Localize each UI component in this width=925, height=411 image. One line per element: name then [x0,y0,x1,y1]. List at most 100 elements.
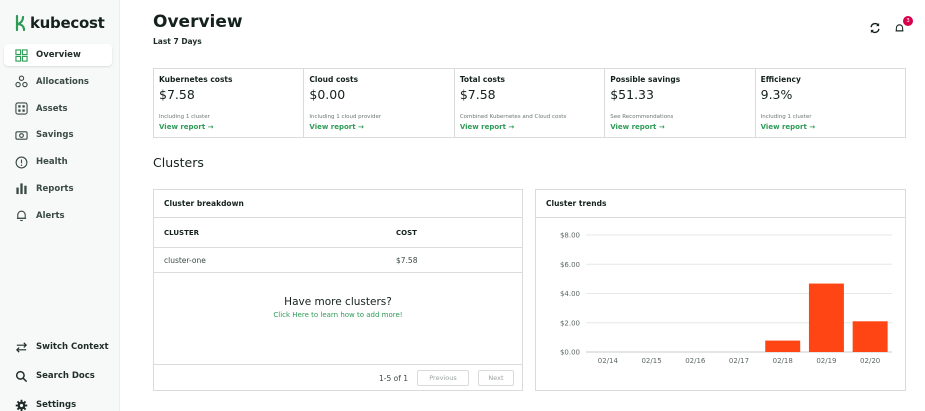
kpi-efficiency: Efficiency 9.3% Including 1 cluster View… [756,69,905,137]
kpi-note: See Recommendations [610,114,674,120]
sidebar-item-label: Alerts [36,210,65,221]
kpi-note: Including 1 cloud provider [309,114,382,120]
kpi-value: 9.3% [760,87,793,102]
page-title: Overview [153,12,243,32]
kpi-summary-row: Kubernetes costs $7.58 Including 1 clust… [153,68,906,138]
brand-name: kubecost [30,14,105,32]
table-header: CLUSTER COST [154,218,522,248]
next-page-button[interactable]: Next [478,370,514,386]
previous-page-button[interactable]: Previous [417,370,469,386]
x-tick-label: 02/20 [860,357,880,365]
column-header-cluster[interactable]: CLUSTER [154,229,386,237]
kpi-possible-savings: Possible savings $51.33 See Recommendati… [605,69,756,137]
kpi-total-costs: Total costs $7.58 Combined Kubernetes an… [455,69,606,137]
kpi-title: Total costs [459,75,506,84]
bell-icon [14,209,28,223]
bell-icon [895,23,903,31]
kpi-value: $51.33 [610,87,654,102]
kpi-title: Cloud costs [309,75,359,84]
cluster-trends-panel: Cluster trends $0.00 $2.00 $4.00 $6.00 $8.00… [535,189,906,391]
kpi-title: Kubernetes costs [159,75,233,84]
y-tick-label: $4.00 [560,290,580,298]
x-tick-label: 02/17 [729,357,749,365]
y-tick-label: $6.00 [560,261,580,269]
header-actions: 3 [867,16,913,36]
sidebar-item-alerts[interactable]: Alerts [4,205,112,227]
search-icon [14,369,28,383]
sidebar-nav: Overview Allocations Assets Savings Heal… [4,44,112,232]
settings-label: Settings [36,400,77,410]
y-tick-label: $8.00 [560,232,580,240]
sidebar-item-label: Savings [36,130,74,141]
add-clusters-link[interactable]: Click Here to learn how to add more! [154,311,522,319]
pagination-count: 1-5 of 1 [378,373,408,383]
view-report-link[interactable]: View report → [159,123,213,131]
x-tick-label: 02/16 [685,357,706,365]
sidebar-item-allocations[interactable]: Allocations [4,71,112,93]
bar-02/18[interactable] [765,340,801,352]
kpi-title: Possible savings [610,75,681,84]
search-docs-label: Search Docs [36,371,95,381]
y-tick-label: $2.00 [560,319,580,327]
x-tick-label: 02/15 [641,357,661,365]
kpi-kubernetes-costs: Kubernetes costs $7.58 Including 1 clust… [154,69,305,137]
sidebar-item-label: Health [36,157,68,168]
health-icon [14,155,28,169]
cluster-breakdown-panel: Cluster breakdown CLUSTER COST cluster-o… [153,189,523,391]
kpi-value: $0.00 [309,87,346,102]
notifications-button[interactable]: 3 [891,16,913,36]
sidebar-item-savings[interactable]: Savings [4,124,112,146]
sidebar-item-label: Assets [36,103,68,114]
kpi-note: Combined Kubernetes and Cloud costs [459,114,567,120]
column-header-cost[interactable]: COST [386,229,417,237]
refresh-icon [870,22,880,34]
add-clusters-title: Have more clusters? [284,296,392,308]
allocations-icon [14,75,28,89]
reports-icon [14,182,28,196]
x-tick-label: 02/19 [816,357,836,365]
bar-02/20[interactable] [852,321,888,352]
sidebar-item-overview[interactable]: Overview [4,44,112,66]
sidebar-item-label: Overview [36,50,81,60]
kubecost-logo-icon [15,15,26,31]
switch-context-label: Switch Context [36,342,109,352]
view-report-link[interactable]: View report → [460,123,514,131]
view-report-link[interactable]: View report → [610,123,664,131]
cluster-name-cell: cluster-one [164,255,206,265]
clusters-section-title: Clusters [153,155,204,170]
pagination: 1-5 of 1 Previous Next [154,364,522,391]
sidebar-item-health[interactable]: Health [4,151,112,173]
bar-02/19[interactable] [808,283,844,352]
sidebar-item-reports[interactable]: Reports [4,178,112,200]
search-docs-button[interactable]: Search Docs [4,365,112,387]
sidebar-item-label: Allocations [36,76,89,87]
table-row[interactable]: cluster-one $7.58 [154,248,522,273]
kubecost-logo[interactable]: kubecost [14,14,105,32]
y-tick-label: $0.00 [560,349,580,357]
kpi-value: $7.58 [459,87,496,102]
kpi-cloud-costs: Cloud costs $0.00 Including 1 cloud prov… [304,69,455,137]
switch-context-button[interactable]: Switch Context [4,336,112,358]
sidebar-bottom-nav: Switch Context Search Docs Settings [4,336,112,411]
sidebar-item-assets[interactable]: Assets [4,98,112,120]
kpi-title: Efficiency [760,75,801,84]
panel-title: Cluster breakdown [154,190,522,218]
view-report-link[interactable]: View report → [761,123,815,131]
refresh-button[interactable] [867,20,883,36]
date-range-label: Last 7 Days [153,37,202,46]
assets-icon [14,102,28,116]
gear-icon [14,398,28,411]
grid-icon [14,48,28,62]
x-tick-label: 02/14 [598,357,619,365]
kpi-note: Including 1 cluster [159,114,210,120]
view-report-link[interactable]: View report → [309,123,363,131]
x-tick-label: 02/18 [773,357,793,365]
sidebar-item-label: Reports [36,183,74,194]
add-clusters-callout: Have more clusters? Click Here to learn … [154,296,522,319]
cluster-trends-chart: $0.00 $2.00 $4.00 $6.00 $8.00 02/14 02/15 02/16… [560,232,892,365]
sidebar: kubecost Overview Allocations Assets Sav… [0,0,120,411]
kpi-value: $7.58 [159,87,195,102]
cluster-cost-cell: $7.58 [396,255,418,265]
settings-button[interactable]: Settings [4,394,112,411]
savings-icon [14,128,28,142]
